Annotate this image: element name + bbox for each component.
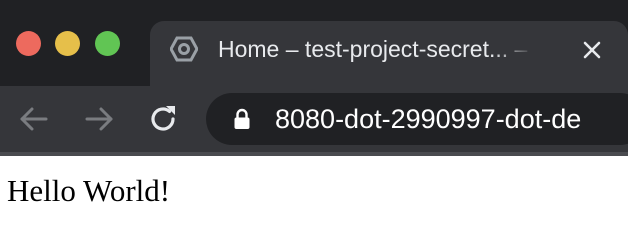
close-icon[interactable] xyxy=(580,38,604,62)
browser-tab[interactable]: Home – test-project-secret... – xyxy=(150,21,628,86)
window-minimize-button[interactable] xyxy=(55,31,80,56)
page-content: Hello World! xyxy=(0,156,628,246)
tab-title-fade xyxy=(492,33,552,65)
browser-titlebar: Home – test-project-secret... – xyxy=(0,0,628,86)
window-maximize-button[interactable] xyxy=(95,31,120,56)
reload-icon[interactable] xyxy=(146,102,180,136)
back-arrow-icon[interactable] xyxy=(17,102,51,136)
browser-toolbar: 8080-dot-2990997-dot-de xyxy=(0,86,628,152)
url-text[interactable]: 8080-dot-2990997-dot-de xyxy=(275,102,628,136)
lock-icon[interactable] xyxy=(233,108,251,130)
address-bar[interactable]: 8080-dot-2990997-dot-de xyxy=(206,93,628,145)
tab-title: Home – test-project-secret... – xyxy=(218,36,528,62)
window-close-button[interactable] xyxy=(16,31,41,56)
cloud-hexagon-icon xyxy=(170,36,198,62)
forward-arrow-icon[interactable] xyxy=(82,102,116,136)
page-body-text: Hello World! xyxy=(7,173,171,208)
